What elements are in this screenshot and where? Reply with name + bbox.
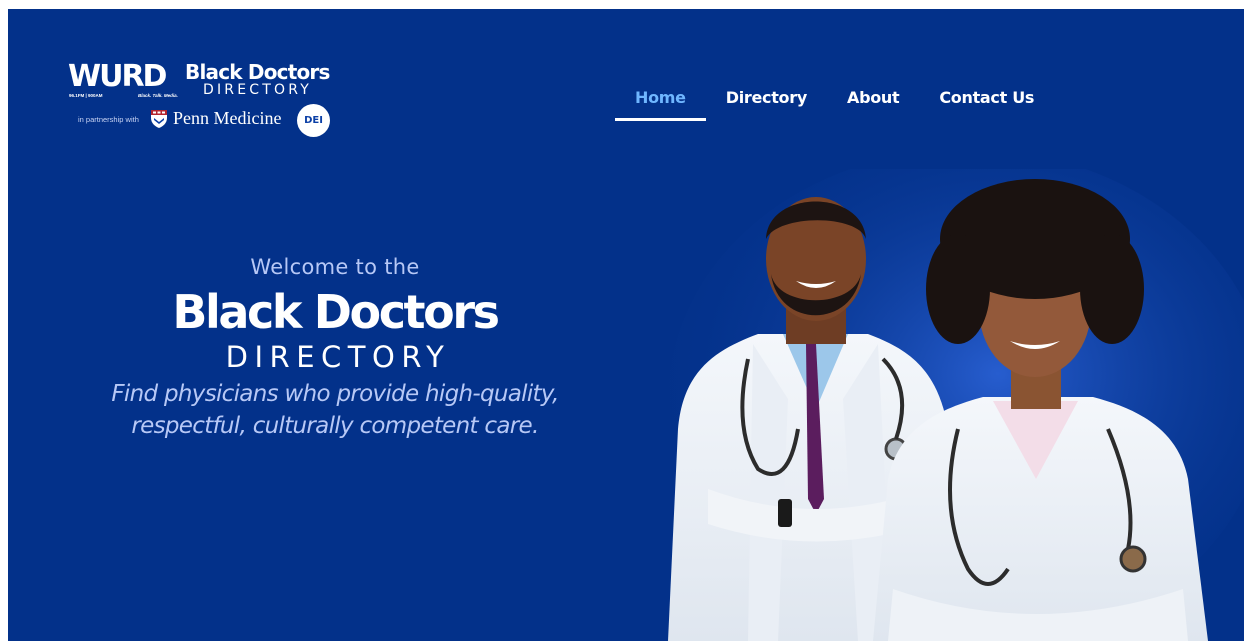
nav-home[interactable]: Home	[615, 87, 706, 121]
logo-title: Black Doctors	[185, 60, 330, 84]
wurd-logo: WURD	[68, 59, 167, 94]
hero-subtitle: DIRECTORY	[225, 340, 451, 374]
wurd-tag-frequency: 96.1FM | 900AM	[69, 93, 103, 98]
hero-welcome: Welcome to the	[250, 255, 420, 279]
penn-medicine-logo: Penn Medicine	[173, 108, 282, 128]
doctors-hero-image	[668, 169, 1244, 641]
wurd-tag-slogan: Black. Talk. Media.	[138, 93, 178, 98]
site-logo[interactable]: WURD 96.1FM | 900AM Black. Talk. Media. …	[68, 59, 368, 149]
partner-prefix: in partnership with	[78, 115, 139, 124]
nav-about[interactable]: About	[827, 87, 919, 121]
hero-tagline-line2: respectful, culturally competent care.	[131, 413, 539, 439]
dei-badge: DEI	[297, 104, 330, 137]
logo-subtitle: DIRECTORY	[203, 82, 313, 98]
hero-tagline-line1: Find physicians who provide high-quality…	[111, 381, 559, 407]
nav-contact-us[interactable]: Contact Us	[919, 87, 1054, 121]
penn-shield-icon	[151, 110, 167, 128]
hero-title: Black Doctors	[172, 285, 500, 339]
main-nav: Home Directory About Contact Us	[615, 87, 1054, 123]
nav-directory[interactable]: Directory	[706, 87, 827, 121]
page-frame: WURD 96.1FM | 900AM Black. Talk. Media. …	[8, 9, 1244, 641]
hero-tagline: Find physicians who provide high-quality…	[48, 378, 622, 442]
